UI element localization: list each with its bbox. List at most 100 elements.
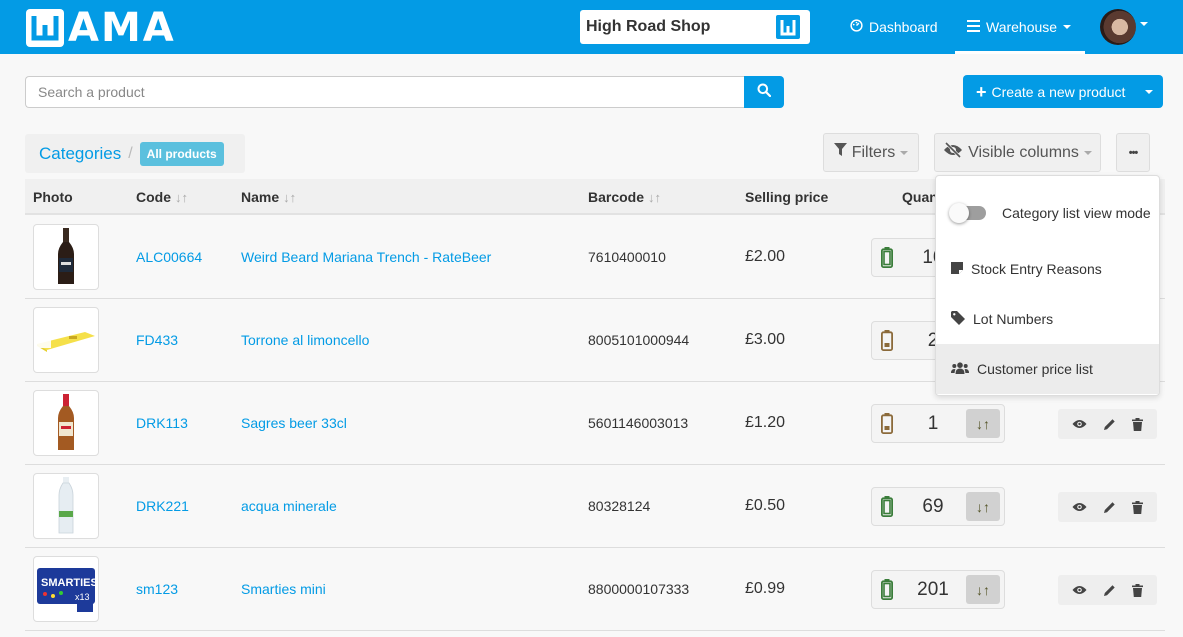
product-name-link[interactable]: Sagres beer 33cl (241, 415, 347, 431)
sort-icon[interactable]: ↓↑ (648, 190, 661, 205)
visible-columns-label: Visible columns (968, 143, 1079, 161)
product-barcode: 8800000107333 (588, 581, 690, 597)
product-photo[interactable] (33, 390, 99, 456)
product-code-link[interactable]: DRK113 (136, 415, 188, 431)
row-actions (1058, 492, 1157, 522)
nav-warehouse[interactable]: Warehouse (955, 0, 1086, 54)
nav-dashboard-label: Dashboard (869, 19, 938, 35)
product-name-link[interactable]: Torrone al limoncello (241, 332, 369, 348)
user-avatar[interactable] (1100, 9, 1136, 45)
logo-text: AMA (68, 5, 176, 51)
eye-icon[interactable] (1072, 419, 1087, 429)
tag-icon (951, 310, 965, 328)
shop-name: High Road Shop (586, 18, 711, 35)
product-barcode: 7610400010 (588, 249, 666, 265)
quantity-value: 1 (927, 413, 939, 434)
create-product-button[interactable]: + Create a new product (963, 75, 1163, 108)
column-quantity-label: Quan (902, 189, 938, 205)
stock-adjust-button[interactable]: ↓↑ (966, 575, 1000, 604)
product-code-link[interactable]: ALC00664 (136, 249, 202, 265)
toggle-switch[interactable] (949, 203, 986, 223)
svg-text:x13: x13 (75, 592, 90, 602)
column-name[interactable]: Name ↓↑ (241, 189, 296, 205)
trash-icon[interactable] (1132, 500, 1143, 514)
toggle-knob (949, 203, 969, 223)
breadcrumb-categories-link[interactable]: Categories (39, 144, 121, 164)
logo-w-icon (26, 9, 64, 47)
chevron-down-icon (1063, 25, 1072, 29)
battery-icon (880, 330, 893, 354)
dropdown-item-label: Customer price list (977, 361, 1093, 377)
eye-icon[interactable] (1072, 585, 1087, 595)
chevron-down-icon (1083, 150, 1092, 155)
dropdown-item-label: Category list view mode (1002, 205, 1151, 221)
product-photo[interactable] (33, 224, 99, 290)
breadcrumb: Categories / All products (25, 134, 245, 173)
dropdown-item-stock-entry-reasons[interactable]: Stock Entry Reasons (936, 244, 1159, 294)
stock-adjust-button[interactable]: ↓↑ (966, 492, 1000, 521)
product-photo[interactable] (33, 473, 99, 539)
create-product-main[interactable]: + Create a new product (963, 81, 1135, 102)
chevron-down-icon (900, 150, 909, 155)
sticky-note-icon (951, 261, 963, 277)
column-selling-price: Selling price (745, 189, 828, 205)
pencil-icon[interactable] (1103, 501, 1116, 514)
eye-slash-icon (943, 141, 963, 163)
row-actions (1058, 575, 1157, 605)
product-price: £3.00 (745, 331, 786, 348)
column-barcode[interactable]: Barcode ↓↑ (588, 189, 661, 205)
stock-adjust-button[interactable]: ↓↑ (966, 409, 1000, 438)
create-product-dropdown-toggle[interactable] (1135, 89, 1163, 94)
quantity-value: 69 (922, 496, 944, 517)
sort-icon[interactable]: ↓↑ (175, 190, 188, 205)
product-price: £0.50 (745, 497, 786, 514)
column-code-label: Code (136, 189, 171, 205)
product-name-link[interactable]: Weird Beard Mariana Trench - RateBeer (241, 249, 491, 265)
dropdown-item-label: Lot Numbers (973, 311, 1054, 327)
top-navbar: AMA High Road Shop Dashboard Warehouse (0, 0, 1183, 54)
column-quantity: Quan (902, 189, 938, 205)
users-icon (951, 361, 969, 377)
quantity-widget: 201 ↓↑ (871, 570, 1005, 609)
product-code-link[interactable]: FD433 (136, 332, 178, 348)
pencil-icon[interactable] (1103, 584, 1116, 597)
category-list-view-toggle-item[interactable]: Category list view mode (936, 188, 1159, 238)
column-photo-label: Photo (33, 189, 73, 205)
trash-icon[interactable] (1132, 583, 1143, 597)
product-photo[interactable]: SMARTIES x13 (33, 556, 99, 622)
trash-icon[interactable] (1132, 417, 1143, 431)
product-code-link[interactable]: sm123 (136, 581, 178, 597)
plus-icon: + (976, 81, 987, 102)
quantity-widget: 1 ↓↑ (871, 404, 1005, 443)
nav-dashboard[interactable]: Dashboard (850, 0, 938, 54)
dashboard-icon (850, 19, 863, 35)
product-name-link[interactable]: Smarties mini (241, 581, 326, 597)
breadcrumb-current-badge: All products (139, 141, 224, 166)
pencil-icon[interactable] (1103, 418, 1116, 431)
product-name-link[interactable]: acqua minerale (241, 498, 337, 514)
more-options-button[interactable]: ••• (1116, 133, 1150, 172)
battery-icon (880, 496, 893, 520)
search-input[interactable] (25, 76, 745, 108)
sort-icon[interactable]: ↓↑ (283, 190, 296, 205)
search-button[interactable] (744, 76, 784, 108)
visible-columns-dropdown: Category list view mode Stock Entry Reas… (935, 175, 1160, 396)
chevron-down-icon[interactable] (1140, 22, 1148, 26)
product-code-link[interactable]: DRK221 (136, 498, 189, 514)
ellipsis-icon: ••• (1128, 146, 1139, 159)
eye-icon[interactable] (1072, 502, 1087, 512)
product-photo[interactable] (33, 307, 99, 373)
filters-button[interactable]: Filters (823, 133, 919, 172)
column-barcode-label: Barcode (588, 189, 645, 205)
create-product-label: Create a new product (991, 83, 1126, 100)
product-barcode: 80328124 (588, 498, 651, 514)
shop-selector[interactable]: High Road Shop (580, 10, 810, 44)
column-code[interactable]: Code ↓↑ (136, 189, 188, 205)
visible-columns-button[interactable]: Visible columns (934, 133, 1101, 172)
column-selling-price-label: Selling price (745, 189, 829, 205)
dropdown-item-customer-price-list[interactable]: Customer price list (936, 344, 1159, 394)
product-price: £0.99 (745, 580, 786, 597)
wama-logo[interactable]: AMA (26, 5, 176, 51)
dropdown-item-lot-numbers[interactable]: Lot Numbers (936, 294, 1159, 344)
quantity-value: 201 (917, 579, 949, 600)
